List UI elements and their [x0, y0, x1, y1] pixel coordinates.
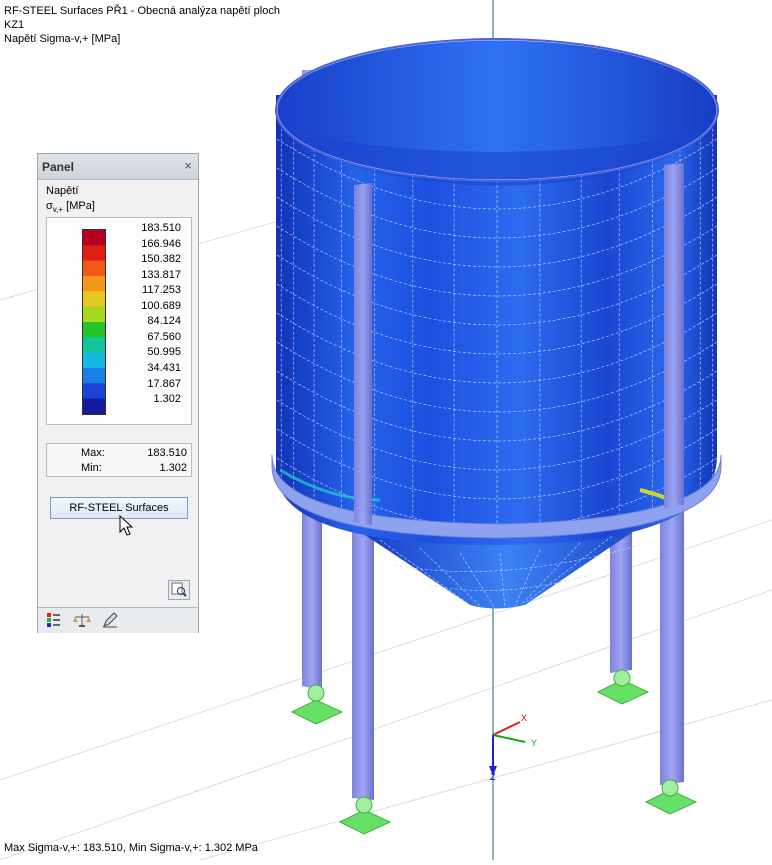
control-panel: Panel × Napětí σv,+ [MPa] 183.510 166.946…	[37, 153, 199, 633]
color-scale-segment	[83, 291, 105, 308]
sigma-subscript: v,+	[52, 205, 64, 215]
front-left-column	[354, 183, 372, 525]
min-value: 1.302	[159, 462, 187, 474]
quantity-label: σv,+ [MPa]	[46, 200, 95, 214]
x-axis-label: X	[521, 713, 528, 723]
unit-label: [MPa]	[63, 200, 95, 212]
color-scale-segment	[83, 337, 105, 354]
panel-tab-bar	[38, 607, 198, 633]
balance-icon[interactable]	[72, 611, 92, 629]
panel-title: Panel	[42, 160, 75, 174]
color-scale-segment	[83, 383, 105, 400]
pen-icon[interactable]	[100, 611, 120, 629]
max-min-box: Max: 183.510 Min: 1.302	[46, 443, 192, 477]
max-value: 183.510	[147, 447, 187, 459]
result-title: RF-STEEL Surfaces PŘ1 - Obecná analýza n…	[4, 5, 280, 17]
color-scale-segment	[83, 322, 105, 338]
panel-heading: Napětí	[46, 185, 79, 197]
legend-value: 117.253	[142, 284, 181, 297]
color-scale-segment	[83, 276, 105, 292]
min-label: Min:	[81, 462, 102, 474]
y-axis-label: Y	[531, 738, 538, 748]
result-quantity-label: Napětí Sigma-v,+ [MPa]	[4, 33, 121, 45]
legend-value: 183.510	[141, 222, 181, 234]
legend-value: 150.382	[141, 253, 181, 266]
leg-front-right	[660, 502, 684, 785]
zoom-icon[interactable]	[168, 580, 190, 600]
legend-value: 100.689	[141, 299, 181, 312]
color-scale-segment	[83, 306, 105, 323]
color-legend: 183.510 166.946 150.382 133.817 117.253 100.6…	[46, 217, 192, 425]
color-scale-segment	[83, 368, 105, 384]
sigma-symbol: σ	[46, 200, 53, 212]
z-axis-label: Z	[490, 772, 496, 782]
color-scale-segment	[83, 245, 105, 262]
legend-value: 67.560	[147, 330, 181, 343]
status-text: Max Sigma-v,+: 183.510, Min Sigma-v,+: 1…	[4, 842, 258, 854]
axis-indicator	[489, 721, 526, 776]
legend-value: 1.302	[153, 393, 181, 406]
legend-value: 17.867	[147, 377, 181, 390]
legend-value: 133.817	[141, 268, 181, 281]
legend-value: 34.431	[147, 362, 181, 374]
color-scale-segment	[83, 352, 105, 369]
mouse-cursor-icon	[119, 515, 133, 536]
leg-front-left	[352, 520, 374, 800]
close-icon[interactable]: ×	[184, 158, 192, 173]
legend-value: 84.124	[147, 315, 181, 328]
color-scale-icon[interactable]	[44, 611, 64, 629]
color-scale-segment	[83, 398, 105, 415]
color-scale-segment	[83, 230, 105, 246]
legend-value: 50.995	[147, 346, 181, 359]
load-case-label: KZ1	[4, 19, 25, 31]
color-scale-segment	[83, 260, 105, 277]
max-label: Max:	[81, 447, 105, 459]
color-scale-bar	[82, 229, 106, 415]
panel-titlebar[interactable]: Panel ×	[38, 154, 198, 180]
legend-value: 166.946	[141, 237, 181, 250]
front-right-column	[664, 163, 684, 508]
